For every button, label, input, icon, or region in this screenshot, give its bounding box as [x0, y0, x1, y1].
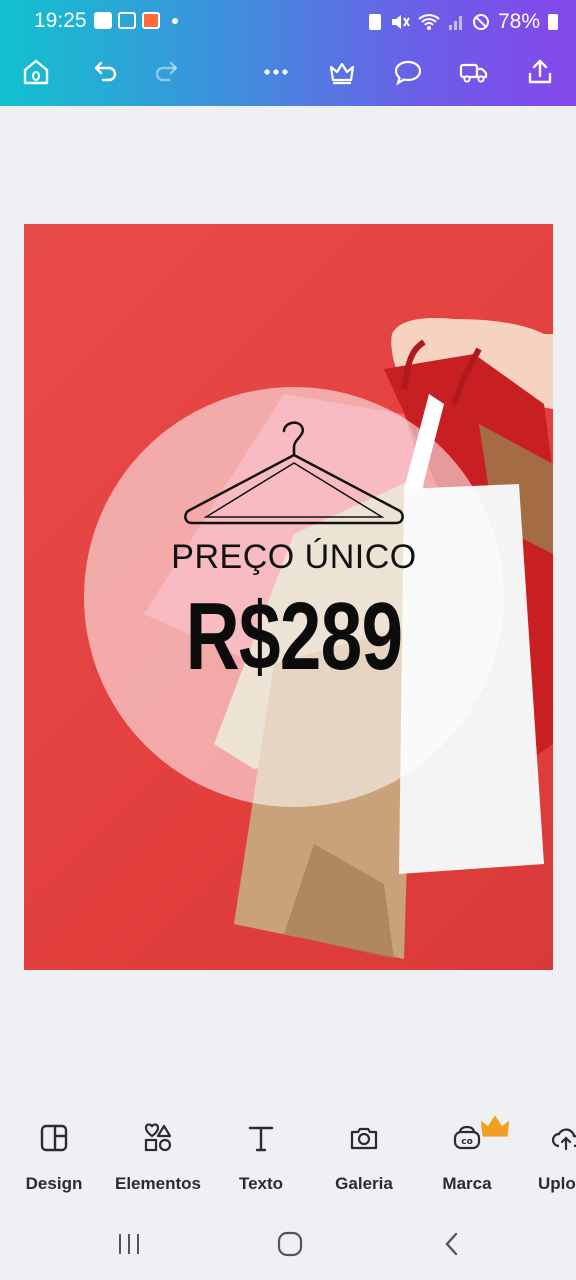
tool-brand[interactable]: co Marca — [417, 1115, 517, 1194]
bottom-toolbar: Design Elementos Texto Galeria co Marca … — [0, 1108, 576, 1208]
price-text[interactable]: R$289 — [177, 582, 411, 692]
redo-icon — [155, 61, 178, 82]
status-bar: 19:25 78% — [0, 0, 576, 44]
tool-label: Marca — [442, 1174, 492, 1193]
top-bar: 19:25 78% — [0, 0, 576, 106]
back-chevron-icon — [445, 1232, 458, 1256]
home-nav-button[interactable] — [270, 1228, 310, 1260]
wifi-icon — [418, 14, 440, 30]
tool-text[interactable]: Texto — [211, 1122, 311, 1194]
camera-icon — [350, 1127, 378, 1150]
tool-label: Texto — [238, 1174, 284, 1193]
comment-icon — [394, 60, 422, 86]
truck-icon — [459, 63, 488, 83]
tool-elements[interactable]: Elementos — [108, 1122, 208, 1194]
premium-crown-icon — [480, 1115, 510, 1137]
tool-gallery[interactable]: Galeria — [314, 1122, 414, 1194]
headline-text[interactable]: PREÇO ÚNICO — [164, 538, 424, 577]
share-button[interactable] — [522, 54, 558, 90]
gallery-notification-icon — [94, 12, 112, 29]
more-options-button[interactable] — [258, 54, 294, 90]
app-notification-icon — [142, 12, 160, 29]
home-icon — [23, 59, 49, 85]
share-icon — [528, 59, 552, 84]
mute-icon — [391, 15, 410, 29]
battery-saver-icon — [368, 14, 381, 30]
tool-label: Design — [25, 1174, 83, 1193]
elements-icon — [144, 1123, 172, 1152]
more-dots-icon — [264, 69, 288, 75]
recent-apps-button[interactable] — [109, 1228, 149, 1260]
svg-text:co: co — [461, 1137, 473, 1147]
signal-icon — [448, 16, 462, 30]
battery-icon — [548, 14, 558, 30]
home-button[interactable] — [18, 54, 54, 90]
back-button[interactable] — [432, 1228, 472, 1260]
more-notifications-dot — [172, 17, 178, 24]
upload-cloud-icon — [551, 1128, 576, 1151]
system-nav-bar — [0, 1208, 576, 1280]
battery-percent: 78% — [497, 10, 540, 33]
system-icons: 78% — [368, 10, 558, 34]
tool-label: Elementos — [115, 1174, 201, 1193]
design-icon — [40, 1124, 68, 1152]
editor-canvas: PREÇO ÚNICO R$289 — [0, 106, 576, 1106]
tool-uploads[interactable]: Uplo — [520, 1122, 576, 1194]
file-notification-icon — [118, 12, 136, 29]
crown-icon — [329, 62, 355, 85]
print-delivery-button[interactable] — [456, 54, 492, 90]
editor-toolbar — [0, 50, 576, 94]
tool-design[interactable]: Design — [4, 1122, 104, 1194]
design-page[interactable]: PREÇO ÚNICO R$289 — [24, 224, 553, 970]
recents-icon — [119, 1234, 139, 1254]
clock: 19:25 — [34, 9, 87, 32]
premium-button[interactable] — [324, 54, 360, 90]
undo-icon — [94, 61, 117, 82]
text-icon — [248, 1126, 274, 1152]
home-circle-icon — [277, 1231, 303, 1257]
tool-label: Galeria — [335, 1174, 393, 1193]
redo-button[interactable] — [150, 54, 186, 90]
tool-label: Uplo — [538, 1174, 576, 1193]
hanger-icon[interactable] — [182, 419, 406, 531]
undo-button[interactable] — [86, 54, 122, 90]
comments-button[interactable] — [390, 54, 426, 90]
no-sim-icon — [472, 14, 489, 30]
notification-icons — [94, 12, 178, 29]
